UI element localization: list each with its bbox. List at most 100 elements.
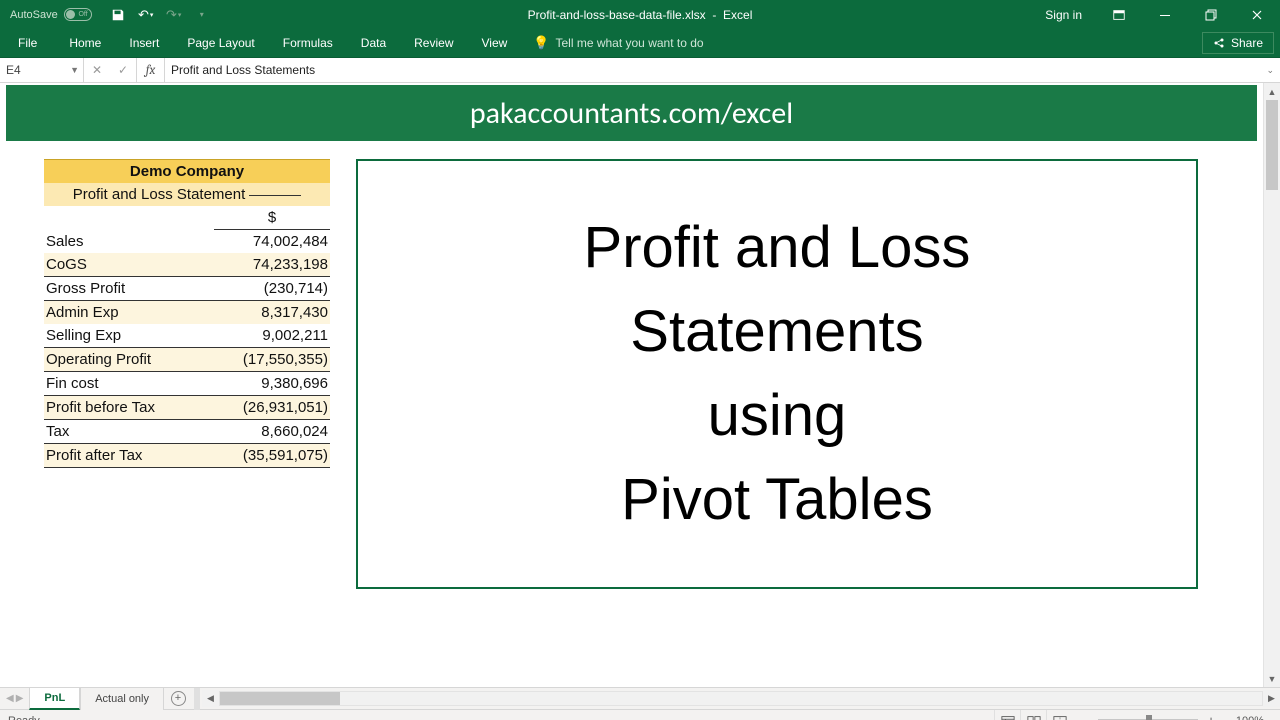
row-value: 9,002,211 (214, 324, 330, 347)
sheet-tab-pnl[interactable]: PnL (29, 688, 80, 710)
quick-access-toolbar: ↶▾ ↷▾ ▾ (102, 3, 214, 27)
sheet-tab-actual-only[interactable]: Actual only (80, 688, 164, 710)
scroll-left-icon[interactable]: ◀ (202, 690, 219, 707)
pnl-subtitle: Profit and Loss Statement (44, 183, 330, 206)
formula-input[interactable]: Profit and Loss Statements ⌄ (165, 58, 1280, 82)
tab-review[interactable]: Review (400, 29, 467, 57)
worksheet-area[interactable]: pakaccountants.com/excel Demo Company Pr… (0, 83, 1263, 687)
autosave-label: AutoSave (10, 9, 58, 21)
pnl-company: Demo Company (44, 159, 330, 183)
zoom-percent[interactable]: 100% (1224, 715, 1266, 720)
status-ready: Ready (8, 715, 40, 720)
sheet-nav[interactable]: ◀ ▶ (0, 693, 29, 704)
row-value: 9,380,696 (214, 372, 330, 395)
title-textbox[interactable]: Profit and Loss Statements using Pivot T… (356, 159, 1198, 589)
enter-formula-icon[interactable]: ✓ (110, 63, 136, 77)
row-label: Profit before Tax (44, 395, 214, 420)
sheet-tabs-bar: ◀ ▶ PnL Actual only + ◀ ▶ (0, 687, 1280, 709)
banner: pakaccountants.com/excel (6, 85, 1257, 141)
vertical-scrollbar[interactable]: ▲ ▼ (1263, 83, 1280, 687)
pnl-table: Demo Company Profit and Loss Statement $… (44, 159, 330, 589)
table-row: Sales74,002,484 (44, 230, 330, 253)
row-value: 8,317,430 (214, 301, 330, 324)
table-row: Fin cost9,380,696 (44, 372, 330, 395)
formula-bar: E4 ▼ ✕ ✓ fx Profit and Loss Statements ⌄ (0, 58, 1280, 83)
zoom-in-button[interactable]: + (1204, 713, 1218, 720)
row-label: Sales (44, 230, 214, 253)
bigbox-line3: using (584, 374, 971, 458)
undo-icon[interactable]: ↶▾ (134, 3, 158, 27)
horizontal-scrollbar[interactable]: ◀ ▶ (202, 690, 1280, 707)
table-row: Operating Profit(17,550,355) (44, 347, 330, 372)
row-value: (230,714) (214, 276, 330, 301)
tab-formulas[interactable]: Formulas (269, 29, 347, 57)
nav-prev-icon[interactable]: ◀ (6, 693, 14, 704)
share-icon (1213, 37, 1225, 49)
normal-view-button[interactable] (994, 710, 1020, 720)
row-value: (17,550,355) (214, 347, 330, 372)
table-row: CoGS74,233,198 (44, 253, 330, 276)
row-label: Admin Exp (44, 301, 214, 324)
table-row: Profit after Tax(35,591,075) (44, 443, 330, 468)
autosave-toggle[interactable]: Off (64, 8, 92, 21)
table-row: Gross Profit(230,714) (44, 276, 330, 301)
autosave-control[interactable]: AutoSave Off (0, 8, 102, 21)
row-label: Gross Profit (44, 276, 214, 301)
row-value: 74,233,198 (214, 253, 330, 276)
name-box[interactable]: E4 ▼ (0, 58, 84, 82)
share-button[interactable]: Share (1202, 32, 1274, 54)
fx-button[interactable]: fx (137, 58, 165, 82)
save-icon[interactable] (106, 3, 130, 27)
row-value: (35,591,075) (214, 443, 330, 468)
row-label: Selling Exp (44, 324, 214, 347)
minimize-button[interactable] (1142, 0, 1188, 29)
row-value: (26,931,051) (214, 395, 330, 420)
new-sheet-button[interactable]: + (164, 691, 192, 706)
chevron-down-icon[interactable]: ▼ (70, 65, 79, 75)
scroll-down-icon[interactable]: ▼ (1264, 670, 1280, 687)
scroll-thumb[interactable] (1266, 100, 1278, 190)
close-button[interactable] (1234, 0, 1280, 29)
scroll-right-icon[interactable]: ▶ (1263, 690, 1280, 707)
restore-button[interactable] (1188, 0, 1234, 29)
table-row: Tax8,660,024 (44, 420, 330, 443)
row-value: 8,660,024 (214, 420, 330, 443)
row-label: Operating Profit (44, 347, 214, 372)
ribbon-options-icon[interactable] (1096, 0, 1142, 29)
tell-me-search[interactable]: 💡 Tell me what you want to do (521, 29, 715, 57)
page-break-view-button[interactable] (1046, 710, 1072, 720)
qat-customize-icon[interactable]: ▾ (190, 3, 214, 27)
nav-next-icon[interactable]: ▶ (16, 693, 24, 704)
ribbon-tabs: File Home Insert Page Layout Formulas Da… (0, 29, 1280, 58)
tab-home[interactable]: Home (55, 29, 115, 57)
table-row: Admin Exp8,317,430 (44, 301, 330, 324)
scroll-up-icon[interactable]: ▲ (1264, 83, 1280, 100)
row-label: Tax (44, 420, 214, 443)
tab-data[interactable]: Data (347, 29, 400, 57)
page-layout-view-button[interactable] (1020, 710, 1046, 720)
status-bar: Ready − + 100% (0, 709, 1280, 720)
table-row: Profit before Tax(26,931,051) (44, 395, 330, 420)
signin-button[interactable]: Sign in (1031, 8, 1096, 22)
row-label: CoGS (44, 253, 214, 276)
expand-formula-bar-icon[interactable]: ⌄ (1266, 65, 1274, 76)
bigbox-line2: Statements (584, 290, 971, 374)
bigbox-line4: Pivot Tables (584, 458, 971, 542)
plus-icon: + (171, 691, 186, 706)
hscroll-thumb[interactable] (220, 692, 340, 705)
tab-view[interactable]: View (468, 29, 522, 57)
row-value: 74,002,484 (214, 230, 330, 253)
redo-icon[interactable]: ↷▾ (162, 3, 186, 27)
zoom-control[interactable]: − + 100% (1072, 713, 1272, 720)
zoom-out-button[interactable]: − (1078, 713, 1092, 720)
pnl-currency-header: $ (214, 206, 330, 230)
tab-insert[interactable]: Insert (115, 29, 173, 57)
tab-file[interactable]: File (0, 29, 55, 57)
cancel-formula-icon[interactable]: ✕ (84, 63, 110, 77)
tab-split-handle[interactable] (194, 688, 200, 710)
row-label: Profit after Tax (44, 443, 214, 468)
row-label: Fin cost (44, 372, 214, 395)
title-bar: AutoSave Off ↶▾ ↷▾ ▾ Profit-and-loss-bas… (0, 0, 1280, 29)
lightbulb-icon: 💡 (533, 35, 549, 51)
tab-page-layout[interactable]: Page Layout (173, 29, 268, 57)
